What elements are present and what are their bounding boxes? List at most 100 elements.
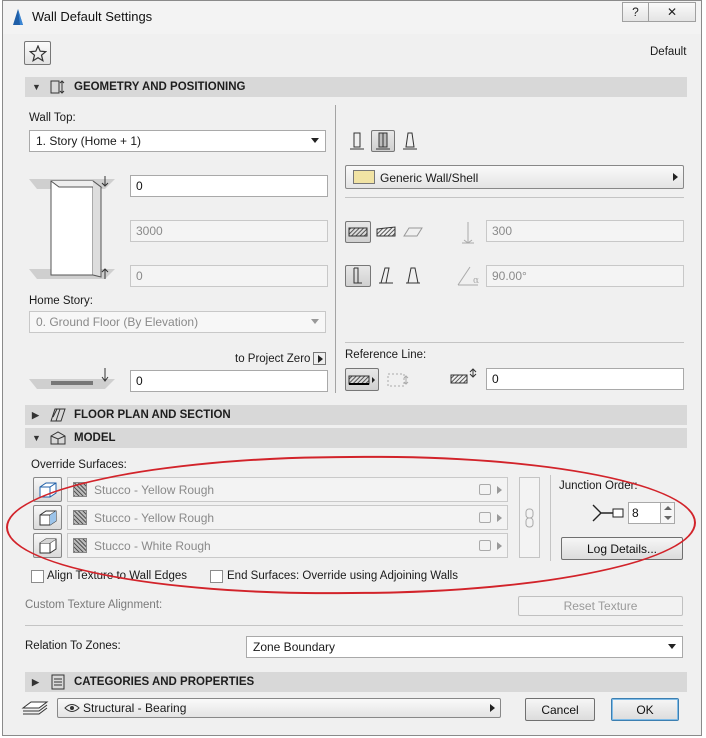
wall-composite-button[interactable] <box>371 130 395 152</box>
reference-line-selector-button[interactable] <box>345 368 379 391</box>
surface-value-2: Stucco - Yellow Rough <box>94 511 215 525</box>
align-texture-checkbox[interactable] <box>31 570 44 583</box>
geometry-section-header[interactable]: ▼ GEOMETRY AND POSITIONING <box>25 77 687 97</box>
surface-field-1[interactable]: Stucco - Yellow Rough <box>67 477 508 502</box>
categories-icon <box>51 674 65 690</box>
composite-selector-button[interactable]: Generic Wall/Shell <box>345 165 684 189</box>
wall-inclined-button[interactable] <box>374 265 398 287</box>
wall-profile-button[interactable] <box>398 130 422 152</box>
surface-edge-button[interactable] <box>33 533 62 558</box>
surface-swatch-icon <box>73 482 87 497</box>
surface-preview-icon <box>479 540 491 551</box>
surface-side-1-button[interactable] <box>33 477 62 502</box>
geometry-section-title: GEOMETRY AND POSITIONING <box>74 81 246 93</box>
wall-trapezoid-icon <box>403 227 423 237</box>
wall-trapezoid-button[interactable] <box>401 221 425 243</box>
end-surfaces-checkbox[interactable] <box>210 570 223 583</box>
surface-field-2[interactable]: Stucco - Yellow Rough <box>67 505 508 530</box>
wall-top-dropdown[interactable]: 1. Story (Home + 1) <box>29 130 326 152</box>
reference-line-flip-button[interactable] <box>385 368 411 391</box>
cube-face-left-icon <box>39 482 56 497</box>
chevron-right-icon <box>490 704 495 712</box>
default-label: Default <box>650 46 687 58</box>
surface-value-1: Stucco - Yellow Rough <box>94 483 215 497</box>
wall-straight-button[interactable] <box>345 130 369 152</box>
divider <box>25 625 683 626</box>
project-zero-toggle-button[interactable] <box>313 352 326 365</box>
dialog-window: Wall Default Settings ? ✕ Default ▼ GEOM… <box>2 0 702 736</box>
wall-profile-icon <box>403 132 417 150</box>
wall-vertical-button[interactable] <box>345 221 371 243</box>
chain-link-icon <box>525 508 534 528</box>
layer-value: Structural - Bearing <box>83 701 187 715</box>
override-surfaces-label: Override Surfaces: <box>31 459 127 471</box>
title-bar: Wall Default Settings ? ✕ <box>3 1 701 34</box>
reset-texture-button[interactable]: Reset Texture <box>518 596 683 616</box>
stepper-down-icon <box>664 516 672 520</box>
surface-side-2-button[interactable] <box>33 505 62 530</box>
wall-height-diagram-icon <box>29 176 115 279</box>
expand-triangle-icon: ▶ <box>32 409 39 420</box>
wall-straight-profile-button[interactable] <box>345 265 371 287</box>
top-offset-input[interactable]: 0 <box>130 175 328 197</box>
to-project-zero-label: to Project Zero <box>235 353 311 365</box>
layer-selector-button[interactable]: Structural - Bearing <box>57 698 501 718</box>
floor-plan-section-title: FLOOR PLAN AND SECTION <box>74 409 231 421</box>
chevron-down-icon <box>311 319 319 324</box>
help-button[interactable]: ? <box>622 2 649 22</box>
relation-to-zones-dropdown[interactable]: Zone Boundary <box>246 636 683 658</box>
surface-swatch-icon <box>73 510 87 525</box>
wall-height-input[interactable]: 3000 <box>130 220 328 242</box>
floor-plan-icon <box>50 408 66 422</box>
junction-order-stepper[interactable] <box>660 502 675 524</box>
wall-straight-icon <box>350 132 364 150</box>
end-surfaces-label: End Surfaces: Override using Adjoining W… <box>227 570 458 582</box>
collapse-triangle-icon: ▼ <box>32 82 41 92</box>
angle-input[interactable]: 90.00° <box>486 265 684 287</box>
relation-to-zones-label: Relation To Zones: <box>25 640 121 652</box>
home-story-value: 0. Ground Floor (By Elevation) <box>36 315 199 329</box>
play-icon <box>318 355 323 363</box>
layer-icon <box>21 701 49 715</box>
star-icon <box>28 44 47 62</box>
thickness-input[interactable]: 300 <box>486 220 684 242</box>
reference-offset-icon <box>450 368 477 384</box>
close-button[interactable]: ✕ <box>648 2 696 22</box>
model-section-header[interactable]: ▼ MODEL <box>25 428 687 448</box>
project-zero-icon <box>29 368 115 389</box>
chevron-right-icon <box>497 514 502 522</box>
surface-swatch-icon <box>73 538 87 553</box>
floor-plan-section-header[interactable]: ▶ FLOOR PLAN AND SECTION <box>25 405 687 425</box>
junction-order-label: Junction Order: <box>559 480 638 492</box>
bottom-offset-input[interactable]: 0 <box>130 265 328 287</box>
flip-icon <box>387 373 409 386</box>
model-icon <box>50 431 66 445</box>
column-divider <box>335 105 336 393</box>
junction-order-input[interactable]: 8 <box>628 502 661 524</box>
wall-double-slanted-button[interactable] <box>401 265 425 287</box>
project-zero-input[interactable]: 0 <box>130 370 328 392</box>
link-surfaces-button[interactable] <box>519 477 540 558</box>
inclined-profile-icon <box>379 267 393 284</box>
wall-vertical-icon <box>348 227 368 237</box>
cube-face-right-icon <box>39 510 56 525</box>
wall-slanted-button[interactable] <box>374 221 398 243</box>
log-details-button[interactable]: Log Details... <box>561 537 683 560</box>
svg-text:α: α <box>473 276 479 286</box>
categories-section-header[interactable]: ▶ CATEGORIES AND PROPERTIES <box>25 672 687 692</box>
reference-line-label: Reference Line: <box>345 349 427 361</box>
archicad-app-icon <box>13 9 23 25</box>
ok-button[interactable]: OK <box>611 698 679 721</box>
divider <box>345 197 684 198</box>
thickness-icon <box>462 222 474 244</box>
cancel-button[interactable]: Cancel <box>525 698 595 721</box>
straight-profile-icon <box>353 267 362 284</box>
reference-offset-input[interactable]: 0 <box>486 368 684 390</box>
home-story-dropdown[interactable]: 0. Ground Floor (By Elevation) <box>29 311 326 333</box>
chevron-right-icon <box>497 486 502 494</box>
surface-field-3[interactable]: Stucco - White Rough <box>67 533 508 558</box>
relation-to-zones-value: Zone Boundary <box>253 640 336 654</box>
double-slanted-icon <box>406 267 420 284</box>
building-material-swatch-icon <box>353 170 375 184</box>
favorites-button[interactable] <box>24 41 51 65</box>
